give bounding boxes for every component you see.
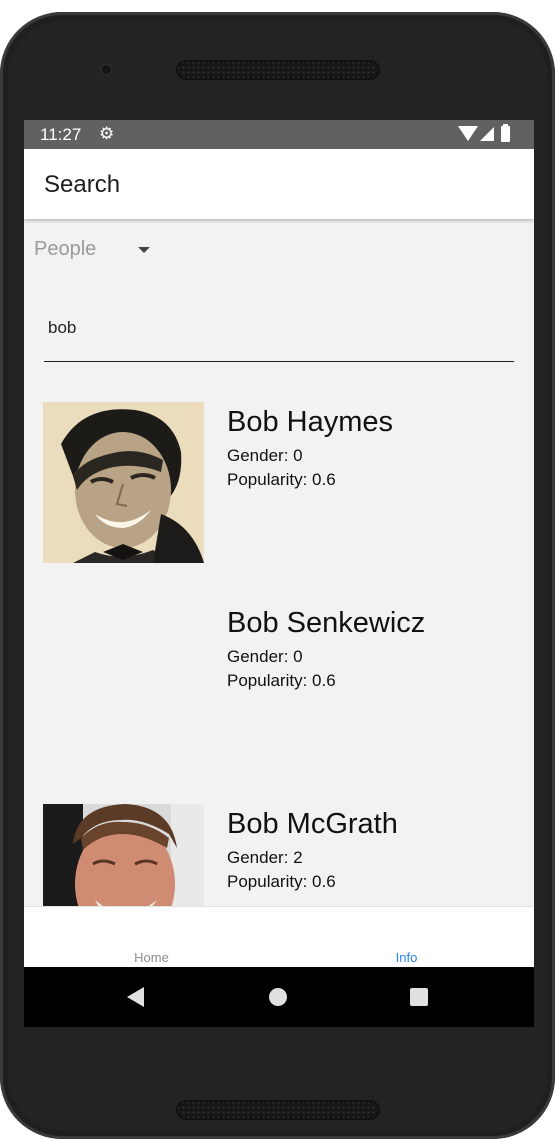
person-photo-image [43, 402, 204, 563]
phone-frame: 11:27 ⚙ Search People bob Bob Haymes Gen… [0, 12, 555, 1139]
screen: 11:27 ⚙ Search People bob Bob Haymes Gen… [24, 120, 534, 1027]
tab-info-label: Info [395, 950, 418, 965]
app-bar: Search [24, 149, 534, 219]
bottom-speaker [176, 1100, 380, 1120]
tab-home-label: Home [134, 950, 169, 965]
result-name: Bob Senkewicz [227, 607, 426, 639]
status-icons [458, 124, 518, 143]
result-gender: Gender: 0 [227, 446, 303, 465]
result-name: Bob Haymes [227, 406, 394, 438]
status-bar: 11:27 ⚙ [24, 120, 534, 149]
result-popularity: Popularity: 0.6 [227, 671, 336, 690]
recents-icon[interactable] [410, 988, 428, 1006]
back-icon[interactable] [127, 987, 144, 1007]
result-gender: Gender: 0 [227, 647, 303, 666]
category-dropdown[interactable]: People [34, 238, 154, 266]
tab-info[interactable]: Info [279, 907, 534, 968]
result-gender: Gender: 2 [227, 848, 303, 867]
search-input[interactable] [44, 310, 514, 362]
front-camera [100, 63, 113, 76]
result-item[interactable]: Bob Senkewicz Gender: 0 Popularity: 0.6 [43, 603, 513, 765]
signal-icon [480, 127, 494, 141]
category-value: People [34, 238, 97, 260]
status-time: 11:27 [40, 125, 82, 144]
tab-home[interactable]: Home [24, 907, 279, 968]
chevron-down-icon [138, 247, 150, 253]
battery-icon [501, 124, 510, 142]
bottom-tab-bar: Home Info [24, 906, 534, 967]
avatar-placeholder [43, 603, 204, 764]
home-icon[interactable] [269, 988, 287, 1006]
page-title: Search [44, 171, 121, 198]
system-navigation-bar [24, 967, 534, 1027]
result-item[interactable]: Bob Haymes Gender: 0 Popularity: 0.6 [43, 402, 513, 564]
avatar [43, 402, 204, 563]
gear-icon: ⚙ [99, 124, 115, 143]
result-name: Bob McGrath [227, 808, 398, 840]
result-popularity: Popularity: 0.6 [227, 872, 336, 891]
top-speaker [176, 60, 380, 80]
result-popularity: Popularity: 0.6 [227, 470, 336, 489]
wifi-icon [458, 126, 478, 141]
